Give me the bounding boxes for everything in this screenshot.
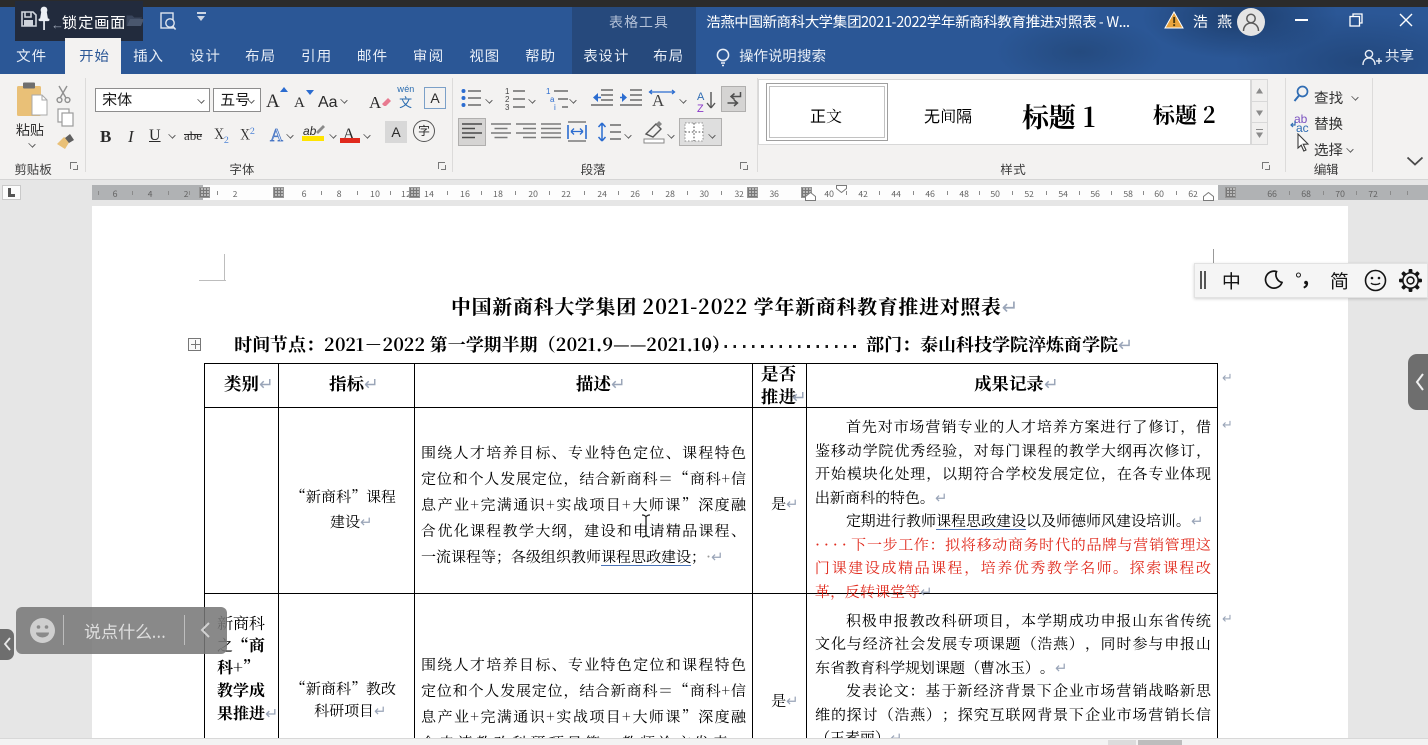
- svg-text:A: A: [697, 91, 705, 103]
- svg-text:A: A: [652, 91, 665, 110]
- svg-text:i: i: [554, 103, 556, 110]
- svg-text:3: 3: [505, 103, 510, 110]
- svg-text:Z: Z: [697, 103, 704, 113]
